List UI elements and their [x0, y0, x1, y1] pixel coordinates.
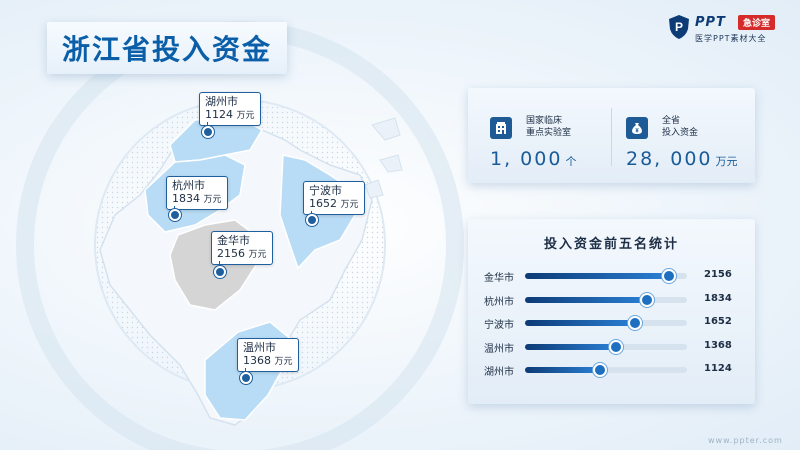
ranking-city: 湖州市	[484, 367, 514, 378]
location-pin-icon	[169, 209, 181, 221]
ranking-bar	[525, 367, 600, 373]
ranking-bar-track	[525, 292, 687, 307]
ranking-city: 宁波市	[484, 320, 514, 331]
stat-label: 国家临床 重点实验室	[526, 115, 571, 139]
ranking-bar-track	[525, 269, 687, 283]
money-bag-icon: ¥	[626, 117, 648, 139]
stat-value: 1, 000 个	[490, 148, 576, 170]
footer-url: www.ppter.com	[708, 436, 783, 445]
shield-logo-icon: P	[669, 15, 689, 39]
ranking-row: 金华市 2156	[468, 269, 755, 284]
stat-number: 28, 000	[626, 148, 713, 170]
ranking-row: 温州市 1368	[468, 339, 755, 355]
city-name: 湖州市	[205, 95, 238, 108]
islands	[364, 117, 403, 199]
ranking-bar-knob	[593, 363, 608, 377]
ranking-bar	[525, 296, 647, 303]
city-value: 1652	[309, 197, 337, 210]
stat-labs: 国家临床 重点实验室 1, 000 个	[468, 88, 611, 183]
ranking-bar	[525, 343, 616, 350]
ranking-city: 金华市	[484, 273, 514, 284]
city-label-huzhou: 湖州市 1124 万元	[199, 92, 261, 126]
location-pin-icon	[240, 372, 252, 384]
city-label-hangzhou: 杭州市 1834 万元	[166, 176, 228, 210]
city-label-wenzhou: 温州市 1368 万元	[237, 338, 299, 372]
city-label-jinhua: 金华市 2156 万元	[211, 231, 273, 265]
logo-subtitle: 医学PPT素材大全	[695, 34, 767, 43]
ranking-bar-track	[525, 363, 687, 377]
stat-unit: 个	[565, 155, 577, 168]
ranking-bar	[525, 320, 635, 326]
ranking-bar-knob	[640, 292, 655, 307]
stat-number: 1, 000	[490, 148, 563, 170]
city-name: 宁波市	[309, 184, 342, 197]
city-value: 1368	[243, 354, 271, 367]
stat-funds: ¥ 全省 投入资金 28, 000 万元	[612, 88, 755, 183]
location-pin-icon	[306, 214, 318, 226]
ranking-bar-knob	[661, 269, 676, 283]
ranking-city: 温州市	[484, 343, 514, 355]
ranking-title: 投入资金前五名统计	[543, 237, 679, 252]
ranking-value: 1652	[704, 316, 732, 327]
location-pin-icon	[202, 126, 214, 138]
city-name: 杭州市	[172, 179, 205, 192]
logo-brand: PPT	[695, 15, 726, 30]
city-name: 温州市	[243, 341, 276, 354]
city-unit: 万元	[236, 111, 255, 121]
ranking-bar	[525, 273, 668, 279]
brand-logo: P PPT 急诊室 医学PPT素材大全	[668, 12, 788, 48]
ranking-city: 杭州市	[484, 296, 514, 308]
ranking-row: 宁波市 1652	[468, 316, 755, 331]
ranking-card: 投入资金前五名统计 金华市 2156 杭州市 1834 宁波市 1652 温州市 1368 湖州…	[468, 219, 755, 404]
building-icon	[490, 117, 512, 139]
city-value: 2156	[217, 247, 245, 260]
city-name: 金华市	[217, 234, 250, 247]
city-label-ningbo: 宁波市 1652 万元	[303, 181, 365, 215]
stat-label: 全省 投入资金	[662, 115, 698, 139]
page-title-box: 浙江省投入资金	[47, 22, 287, 74]
ranking-bar-knob	[628, 316, 643, 330]
stat-label-line2: 重点实验室	[526, 128, 572, 138]
ranking-row: 杭州市 1834	[468, 292, 755, 308]
city-unit: 万元	[274, 357, 293, 367]
stat-value: 28, 000 万元	[626, 148, 738, 170]
logo-tag: 急诊室	[738, 15, 776, 30]
stat-unit: 万元	[715, 155, 738, 168]
ranking-bar-knob	[609, 339, 624, 354]
ranking-value: 1834	[704, 292, 732, 304]
city-value: 1124	[205, 108, 233, 121]
city-value: 1834	[172, 192, 200, 205]
stat-label-line2: 投入资金	[662, 128, 699, 138]
ranking-value: 2156	[704, 269, 732, 280]
svg-text:P: P	[675, 20, 683, 34]
city-unit: 万元	[203, 195, 222, 205]
ranking-row: 湖州市 1124	[468, 363, 755, 378]
ranking-bar-track	[525, 316, 687, 330]
stats-card: 国家临床 重点实验室 1, 000 个 ¥ 全省 投入资金 28, 000 万元	[468, 88, 755, 183]
page-title: 浙江省投入资金	[61, 33, 272, 66]
ranking-bar-track	[525, 339, 687, 354]
location-pin-icon	[214, 266, 226, 278]
stat-label-line1: 国家临床	[526, 116, 563, 126]
city-unit: 万元	[248, 250, 267, 260]
city-unit: 万元	[340, 200, 359, 210]
ranking-value: 1368	[704, 339, 732, 351]
stat-label-line1: 全省	[662, 116, 681, 126]
ranking-value: 1124	[704, 363, 732, 374]
